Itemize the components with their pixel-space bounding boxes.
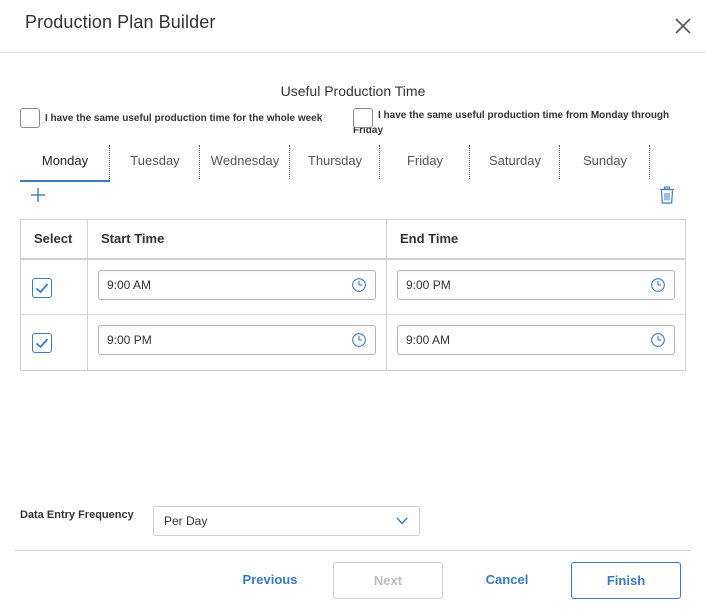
end-time-value: 9:00 AM — [406, 333, 451, 347]
select-cell — [21, 260, 88, 314]
clock-icon[interactable] — [650, 332, 666, 348]
tab-tuesday[interactable]: Tuesday — [110, 143, 200, 181]
clock-icon[interactable] — [351, 277, 367, 293]
end-time-value: 9:00 PM — [406, 278, 451, 292]
same-mon-fri-label: I have the same useful production time f… — [353, 110, 670, 136]
cancel-button[interactable]: Cancel — [467, 562, 547, 599]
clock-icon[interactable] — [351, 332, 367, 348]
start-time-value: 9:00 AM — [107, 278, 152, 292]
same-whole-week-label: I have the same useful production time f… — [45, 113, 323, 124]
row-select-checkbox[interactable] — [32, 333, 52, 353]
start-time-cell: 9:00 PM — [88, 315, 387, 370]
select-column-header: Select — [21, 220, 88, 258]
tab-wednesday-label: Wednesday — [210, 153, 280, 168]
start-time-value: 9:00 PM — [107, 333, 152, 347]
tab-wednesday[interactable]: Wednesday — [200, 143, 290, 181]
start-time-cell: 9:00 AM — [88, 260, 387, 314]
close-button[interactable] — [672, 15, 694, 37]
tab-thursday-label: Thursday — [307, 153, 363, 168]
same-mon-fri-option[interactable]: I have the same useful production time f… — [353, 108, 673, 138]
plus-icon[interactable] — [29, 186, 47, 204]
previous-button[interactable]: Previous — [230, 562, 310, 599]
tab-saturday-label: Saturday — [488, 153, 542, 168]
next-button[interactable]: Next — [333, 562, 443, 599]
tab-saturday[interactable]: Saturday — [470, 143, 560, 181]
trash-icon[interactable] — [659, 186, 675, 204]
day-tabs: Monday Tuesday Wednesday Thursday Friday… — [20, 143, 660, 183]
end-time-cell: 9:00 PM — [387, 260, 685, 314]
dialog-title: Production Plan Builder — [25, 12, 216, 32]
end-time-column-header: End Time — [400, 231, 459, 246]
tab-friday[interactable]: Friday — [380, 143, 470, 181]
start-time-input[interactable]: 9:00 AM — [98, 270, 376, 300]
grid-header: Select Start Time End Time — [21, 220, 685, 260]
checkmark-icon — [35, 283, 49, 294]
tab-sunday-label: Sunday — [582, 153, 628, 168]
delete-row-button[interactable] — [659, 186, 675, 204]
finish-button[interactable]: Finish — [571, 562, 681, 599]
chevron-down-icon — [396, 517, 408, 525]
clock-icon[interactable] — [650, 277, 666, 293]
tab-thursday[interactable]: Thursday — [290, 143, 380, 181]
title-divider — [0, 52, 706, 53]
table-row: 9:00 AM 9:00 PM — [21, 260, 685, 315]
same-mon-fri-checkbox[interactable] — [353, 108, 373, 128]
close-icon[interactable] — [672, 15, 694, 37]
frequency-select[interactable]: Per Day — [153, 506, 420, 536]
row-select-checkbox[interactable] — [32, 278, 52, 298]
tab-sunday[interactable]: Sunday — [560, 143, 650, 181]
tab-tuesday-label: Tuesday — [130, 153, 180, 168]
table-row: 9:00 PM 9:00 AM — [21, 315, 685, 370]
tab-monday[interactable]: Monday — [20, 143, 110, 182]
checkmark-icon — [35, 338, 49, 349]
select-cell — [21, 315, 88, 370]
start-time-column-header: Start Time — [88, 220, 387, 258]
active-tab-indicator — [20, 180, 110, 182]
end-time-input[interactable]: 9:00 PM — [397, 270, 675, 300]
start-time-input[interactable]: 9:00 PM — [98, 325, 376, 355]
section-title: Useful Production Time — [280, 83, 426, 99]
end-time-input[interactable]: 9:00 AM — [397, 325, 675, 355]
tab-friday-label: Friday — [406, 153, 444, 168]
tab-monday-label: Monday — [41, 153, 89, 168]
add-row-button[interactable] — [29, 186, 47, 204]
end-time-cell: 9:00 AM — [387, 315, 685, 370]
footer-divider — [15, 550, 691, 551]
same-whole-week-checkbox[interactable] — [20, 108, 40, 128]
frequency-label: Data Entry Frequency — [20, 509, 134, 521]
production-time-grid: Select Start Time End Time 9:00 AM 9:00 … — [20, 219, 686, 371]
frequency-value: Per Day — [164, 514, 208, 528]
